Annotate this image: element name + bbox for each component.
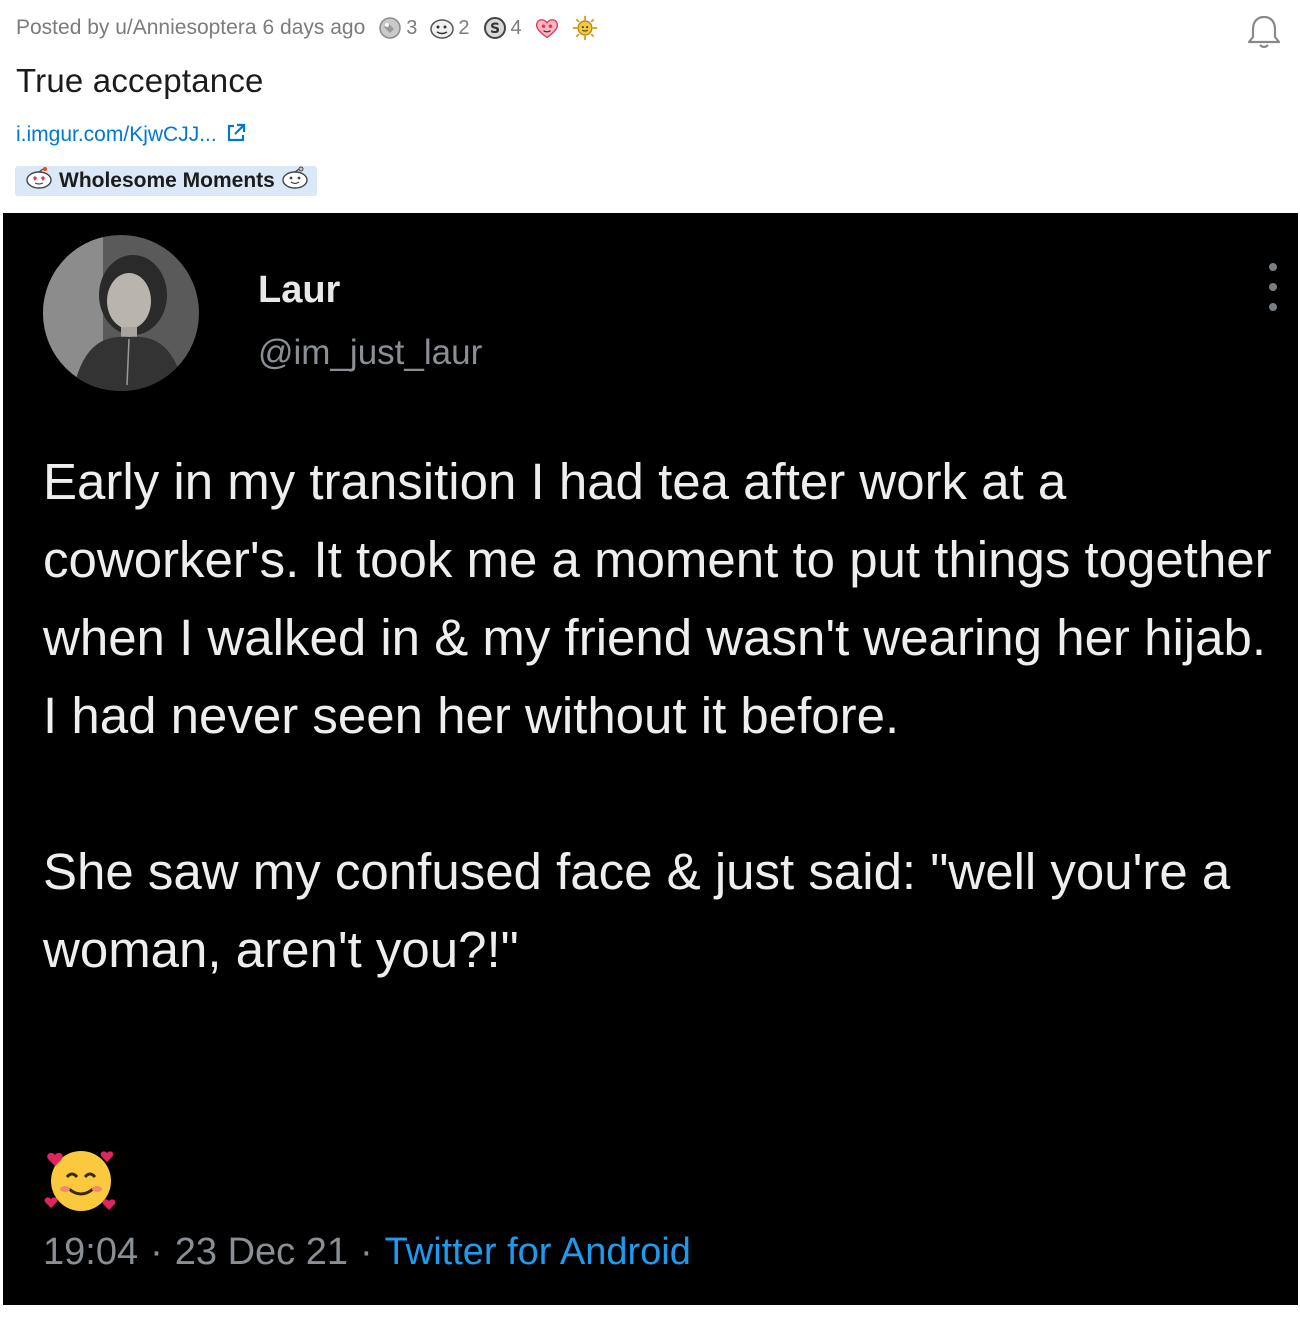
tweet-footer: 19:04 · 23 Dec 21 · Twitter for Android	[43, 1231, 691, 1274]
separator: ·	[359, 1231, 373, 1273]
smiling-face-with-hearts-icon	[43, 1141, 119, 1217]
post-title[interactable]: True acceptance	[16, 62, 264, 100]
silver-award-icon	[377, 15, 403, 41]
s-coin-award-icon: S	[482, 15, 508, 41]
more-options-icon[interactable]	[1266, 263, 1280, 311]
snoo-smile-icon	[281, 166, 309, 196]
tweet-time[interactable]: 19:04	[43, 1231, 138, 1274]
award-silver[interactable]: 3	[377, 15, 417, 41]
award-heart-eyes[interactable]	[534, 15, 560, 41]
award-helpful[interactable]: 2	[429, 15, 470, 41]
flair-label: Wholesome Moments	[59, 169, 275, 192]
tweet-paragraph: She saw my confused face & just said: "w…	[43, 843, 1231, 978]
post-link[interactable]: i.imgur.com/KjwCJJ...	[16, 123, 217, 147]
post-flair[interactable]: Wholesome Moments	[15, 166, 317, 196]
award-count: 2	[458, 16, 470, 39]
tweet-author-handle[interactable]: @im_just_laur	[258, 333, 482, 373]
award-s-coin[interactable]: S 4	[482, 15, 522, 41]
separator: ·	[150, 1231, 163, 1273]
snoo-heart-eyes-icon	[25, 166, 53, 196]
post-age[interactable]: 6 days ago	[263, 16, 366, 40]
tweet-screenshot[interactable]: Laur @im_just_laur Early in my transitio…	[3, 213, 1298, 1305]
tweet-paragraph: Early in my transition I had tea after w…	[43, 453, 1272, 744]
posted-by[interactable]: Posted by u/Anniesoptera	[16, 16, 257, 40]
award-sun[interactable]	[572, 15, 598, 41]
tweet-source[interactable]: Twitter for Android	[385, 1231, 691, 1274]
post-link-row: i.imgur.com/KjwCJJ...	[16, 120, 247, 150]
tweet-text: Early in my transition I had tea after w…	[43, 443, 1283, 989]
avatar	[43, 235, 199, 391]
svg-text:S: S	[489, 21, 499, 37]
helpful-award-icon	[429, 15, 455, 41]
heart-eyes-award-icon	[534, 15, 560, 41]
award-count: 3	[406, 16, 418, 39]
tweet-date[interactable]: 23 Dec 21	[175, 1231, 348, 1274]
post-meta: Posted by u/Anniesoptera 6 days ago 3 2	[16, 12, 598, 44]
sun-award-icon	[572, 15, 598, 41]
tweet-author-name[interactable]: Laur	[258, 269, 340, 312]
external-link-icon[interactable]	[225, 122, 247, 149]
award-count: 4	[510, 16, 522, 39]
notification-bell-icon[interactable]	[1244, 12, 1284, 52]
